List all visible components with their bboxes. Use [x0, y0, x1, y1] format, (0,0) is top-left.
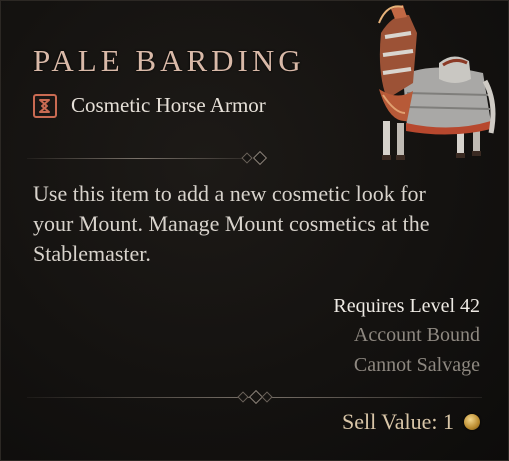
sell-value: Sell Value: 1	[342, 409, 480, 435]
required-level: Requires Level 42	[333, 295, 480, 317]
item-name: PALE BARDING	[33, 43, 305, 78]
horse-armor-rune-icon	[33, 93, 57, 118]
item-type-label: Cosmetic Horse Armor	[71, 93, 266, 117]
bottom-divider	[27, 389, 482, 405]
salvage-status-label: Cannot Salvage	[353, 354, 480, 376]
top-divider	[27, 150, 277, 166]
item-description: Use this item to add a new cosmetic look…	[33, 181, 430, 266]
sell-value-label: Sell Value: 1	[341, 409, 454, 434]
armored-horse-icon	[378, 5, 496, 160]
account-bound-label: Account Bound	[353, 324, 480, 346]
item-tooltip: PALE BARDING Cosmetic Horse Armor Use th…	[0, 0, 509, 461]
gold-coin-icon	[464, 414, 480, 430]
item-type-row: Cosmetic Horse Armor	[33, 93, 266, 118]
